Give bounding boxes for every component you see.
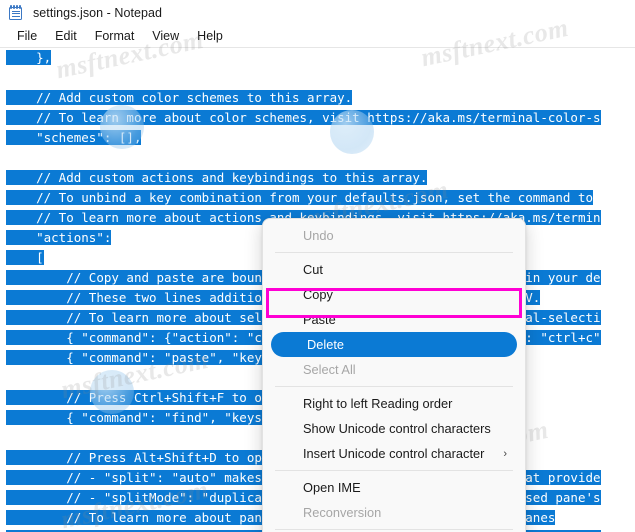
editor-line-indent (6, 310, 67, 325)
notepad-icon (8, 5, 24, 21)
context-menu-item-cut[interactable]: Cut (267, 257, 521, 282)
menu-separator (275, 386, 513, 387)
title-bar: settings.json - Notepad (0, 0, 635, 26)
notepad-window: settings.json - Notepad File Edit Format… (0, 0, 635, 532)
editor-line-text: }, (36, 50, 52, 65)
menu-separator (275, 470, 513, 471)
editor-line-text: // To learn more about color schemes, vi… (36, 110, 601, 125)
context-menu-item-label: Undo (303, 228, 334, 243)
menu-separator (275, 252, 513, 253)
menu-item-edit[interactable]: Edit (46, 28, 86, 45)
editor-line-text: "actions": (36, 230, 112, 245)
context-menu-item-label: Open IME (303, 480, 361, 495)
editor-line-indent (6, 190, 37, 205)
context-menu-item-open-ime[interactable]: Open IME (267, 475, 521, 500)
editor-line-indent (6, 330, 67, 345)
editor-line-text: // To unbind a key combination from your… (36, 190, 594, 205)
context-menu-item-label: Paste (303, 312, 336, 327)
context-menu-item-copy[interactable]: Copy (267, 282, 521, 307)
editor-line: // Add custom color schemes to this arra… (0, 88, 635, 108)
context-menu-item-insert-unicode-control-character[interactable]: Insert Unicode control character › (267, 441, 521, 466)
editor-line-indent (6, 110, 37, 125)
context-menu-item-show-unicode-control-characters[interactable]: Show Unicode control characters (267, 416, 521, 441)
editor-line-indent (6, 270, 67, 285)
editor-line-indent (6, 410, 67, 425)
editor-line: "schemes": [], (0, 128, 635, 148)
context-menu-item-label: Copy (303, 287, 333, 302)
context-menu-item-label: Right to left Reading order (303, 396, 453, 411)
context-menu-item-undo: Undo (267, 223, 521, 248)
editor-line-indent (6, 290, 67, 305)
menu-separator (275, 529, 513, 530)
editor-line-indent (6, 50, 37, 65)
editor-line: // Add custom actions and keybindings to… (0, 168, 635, 188)
chevron-right-icon: › (503, 447, 507, 460)
editor-line-indent (6, 90, 37, 105)
context-menu-item-label: Select All (303, 362, 356, 377)
editor-line-indent (6, 510, 67, 525)
menu-bar: File Edit Format View Help (0, 26, 635, 48)
editor-line-indent (6, 450, 67, 465)
context-menu-item-reconversion: Reconversion (267, 500, 521, 525)
menu-item-format[interactable]: Format (86, 28, 144, 45)
editor-line-indent (6, 210, 37, 225)
context-menu-item-label: Reconversion (303, 505, 382, 520)
editor-line-text: "schemes": [], (36, 130, 142, 145)
editor-line: // To learn more about color schemes, vi… (0, 108, 635, 128)
context-menu-item-label: Delete (307, 337, 344, 352)
editor-line-indent (6, 170, 37, 185)
editor-line: // To unbind a key combination from your… (0, 188, 635, 208)
editor-line-indent (6, 230, 37, 245)
context-menu-item-label: Cut (303, 262, 323, 277)
context-menu-item-paste[interactable]: Paste (267, 307, 521, 332)
editor-line: }, (0, 48, 635, 68)
editor-line-indent (6, 350, 67, 365)
editor-line-indent (6, 130, 37, 145)
editor-line-indent (6, 250, 37, 265)
menu-item-file[interactable]: File (8, 28, 46, 45)
context-menu-item-label: Insert Unicode control character (303, 446, 485, 461)
editor-line-text: [ (36, 250, 44, 265)
context-menu-item-right-to-left-reading-order[interactable]: Right to left Reading order (267, 391, 521, 416)
editor-line-text: // Add custom color schemes to this arra… (36, 90, 353, 105)
window-title: settings.json - Notepad (33, 6, 163, 20)
editor-line-text: // Add custom actions and keybindings to… (36, 170, 428, 185)
editor-line-indent (6, 490, 67, 505)
editor-line-indent (6, 470, 67, 485)
context-menu[interactable]: Undo Cut Copy Paste Delete Select All Right to… (262, 218, 526, 532)
menu-item-help[interactable]: Help (188, 28, 232, 45)
context-menu-item-select-all: Select All (267, 357, 521, 382)
context-menu-item-delete[interactable]: Delete (271, 332, 517, 357)
menu-item-view[interactable]: View (143, 28, 188, 45)
editor-line-indent (6, 390, 67, 405)
context-menu-item-label: Show Unicode control characters (303, 421, 491, 436)
